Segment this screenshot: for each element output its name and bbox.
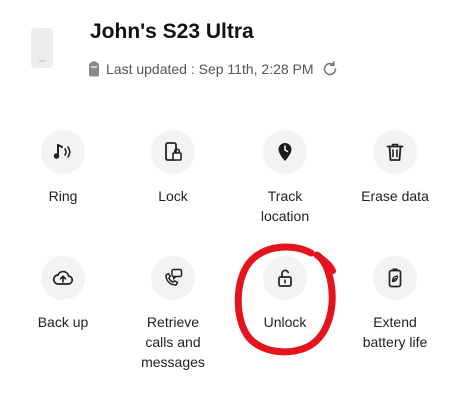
call-message-icon bbox=[165, 268, 183, 286]
actions-grid: Ring Lock Track location Erase data Back… bbox=[0, 130, 463, 390]
track-icon-circle bbox=[263, 130, 307, 174]
unlock-label: Unlock bbox=[263, 314, 307, 330]
lock-phone-icon bbox=[165, 142, 182, 161]
lock-label: Lock bbox=[158, 188, 188, 204]
trash-icon bbox=[386, 143, 404, 161]
unlock-icon bbox=[278, 269, 292, 287]
last-updated-text: Last updated : Sep 11th, 2:28 PM bbox=[106, 61, 314, 77]
backup-icon-circle bbox=[41, 256, 85, 300]
lock-action[interactable]: Lock bbox=[118, 130, 228, 206]
phone-thumbnail-icon bbox=[31, 28, 53, 68]
extend-battery-label: Extend battery life bbox=[362, 314, 428, 350]
back-up-label: Back up bbox=[37, 314, 89, 330]
battery-icon bbox=[89, 61, 99, 77]
retrieve-label: Retrieve calls and messages bbox=[141, 314, 205, 370]
cloud-upload-icon bbox=[52, 270, 74, 285]
device-name: John's S23 Ultra bbox=[90, 20, 254, 43]
erase-data-action[interactable]: Erase data bbox=[340, 130, 450, 206]
location-pin-icon bbox=[278, 143, 292, 161]
find-my-device-card: John's S23 Ultra Last updated : Sep 11th… bbox=[0, 0, 463, 409]
ring-icon-circle bbox=[41, 130, 85, 174]
battery-leaf-icon bbox=[388, 268, 402, 288]
ring-action[interactable]: Ring bbox=[8, 130, 118, 206]
ring-label: Ring bbox=[48, 188, 78, 204]
erase-icon-circle bbox=[373, 130, 417, 174]
extend-icon-circle bbox=[373, 256, 417, 300]
ring-icon bbox=[53, 144, 71, 159]
retrieve-icon-circle bbox=[151, 256, 195, 300]
track-location-label: Track location bbox=[260, 188, 310, 224]
last-updated-row: Last updated : Sep 11th, 2:28 PM bbox=[88, 59, 340, 79]
back-up-action[interactable]: Back up bbox=[8, 256, 118, 332]
erase-data-label: Erase data bbox=[361, 188, 429, 204]
retrieve-calls-messages-action[interactable]: Retrieve calls and messages bbox=[118, 256, 228, 372]
extend-battery-life-action[interactable]: Extend battery life bbox=[340, 256, 450, 352]
unlock-icon-circle bbox=[263, 256, 307, 300]
lock-icon-circle bbox=[151, 130, 195, 174]
unlock-action[interactable]: Unlock bbox=[230, 256, 340, 332]
refresh-icon[interactable] bbox=[320, 59, 340, 79]
track-location-action[interactable]: Track location bbox=[230, 130, 340, 226]
